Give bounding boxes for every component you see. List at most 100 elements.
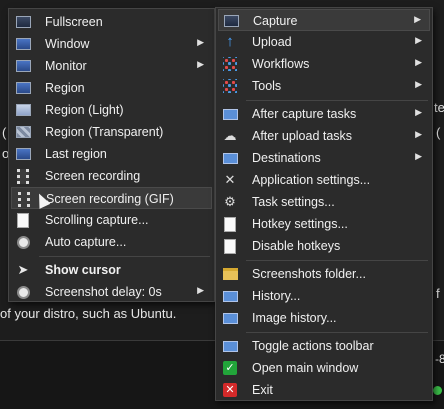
tools-icon — [222, 78, 238, 94]
last-region-icon — [15, 146, 31, 162]
menu-item-after-capture-tasks[interactable]: After capture tasks ▶ — [218, 103, 430, 125]
menu-item-open-main-window[interactable]: ✓ Open main window — [218, 357, 430, 379]
submenu-arrow-icon: ▶ — [197, 59, 204, 69]
menu-item-window[interactable]: Window ▶ — [11, 33, 212, 55]
menu-item-label: Disable hotkeys — [252, 239, 341, 253]
menu-item-hotkey-settings[interactable]: Hotkey settings... — [218, 213, 430, 235]
submenu-arrow-icon: ▶ — [415, 79, 422, 89]
clock-icon — [15, 284, 31, 300]
folder-icon — [222, 266, 238, 282]
image-history-icon — [222, 310, 238, 326]
menu-item-label: Capture — [253, 14, 298, 28]
keyboard-icon — [222, 216, 238, 232]
region-light-icon — [15, 102, 31, 118]
gif-recording-icon — [16, 191, 32, 207]
menu-item-image-history[interactable]: Image history... — [218, 307, 430, 329]
menu-item-label: Region (Light) — [45, 103, 124, 117]
menu-item-label: Screen recording — [45, 169, 141, 183]
scrolling-capture-icon — [15, 212, 31, 228]
menu-item-history[interactable]: History... — [218, 285, 430, 307]
menu-item-label: After capture tasks — [252, 107, 357, 121]
menu-item-toggle-actions-toolbar[interactable]: Toggle actions toolbar — [218, 335, 430, 357]
menu-item-screenshots-folder[interactable]: Screenshots folder... — [218, 263, 430, 285]
window-icon — [15, 36, 31, 52]
menu-item-capture[interactable]: Capture ▶ — [218, 9, 430, 31]
gear-icon: ⚙ — [224, 194, 236, 209]
menu-item-region-light[interactable]: Region (Light) — [11, 99, 212, 121]
menu-item-label: Region (Transparent) — [45, 125, 164, 139]
menu-item-task-settings[interactable]: ⚙ Task settings... — [218, 191, 430, 213]
submenu-arrow-icon: ▶ — [415, 107, 422, 117]
menu-item-label: Destinations — [252, 151, 321, 165]
menu-item-fullscreen[interactable]: Fullscreen — [11, 11, 212, 33]
menu-item-label: Image history... — [252, 311, 337, 325]
background-fragment: -8 — [435, 352, 444, 366]
menu-item-label: Exit — [252, 383, 273, 397]
menu-item-screenshot-delay[interactable]: Screenshot delay: 0s ▶ — [11, 281, 212, 303]
background-fragment: ( — [436, 125, 441, 140]
menu-item-region[interactable]: Region — [11, 77, 212, 99]
capture-submenu: Fullscreen Window ▶ Monitor ▶ Region Reg… — [8, 8, 215, 302]
after-capture-icon — [222, 106, 238, 122]
menu-item-auto-capture[interactable]: Auto capture... — [11, 231, 212, 253]
background-text-line: of your distro, such as Ubuntu. — [0, 306, 177, 321]
monitor-icon — [15, 58, 31, 74]
menu-separator — [39, 256, 210, 257]
menu-item-label: Window — [45, 37, 90, 51]
upload-arrow-icon: ↑ — [226, 33, 234, 50]
exit-icon: ✕ — [222, 382, 238, 398]
menu-item-monitor[interactable]: Monitor ▶ — [11, 55, 212, 77]
menu-separator — [246, 332, 428, 333]
menu-item-exit[interactable]: ✕ Exit — [218, 379, 430, 401]
menu-item-label: Region — [45, 81, 85, 95]
menu-item-region-transparent[interactable]: Region (Transparent) — [11, 121, 212, 143]
screen-recording-icon — [15, 168, 31, 184]
menu-item-show-cursor[interactable]: ➤ Show cursor — [11, 259, 212, 281]
fullscreen-icon — [15, 14, 31, 30]
menu-item-label: Toggle actions toolbar — [252, 339, 374, 353]
capture-icon — [223, 13, 239, 29]
menu-item-label: Fullscreen — [45, 15, 103, 29]
submenu-arrow-icon: ▶ — [415, 151, 422, 161]
menu-item-label: Auto capture... — [45, 235, 127, 249]
menu-item-label: Show cursor — [45, 263, 121, 277]
menu-item-destinations[interactable]: Destinations ▶ — [218, 147, 430, 169]
region-icon — [15, 80, 31, 96]
submenu-arrow-icon: ▶ — [415, 35, 422, 45]
after-upload-icon: ☁ — [223, 128, 237, 143]
submenu-arrow-icon: ▶ — [415, 57, 422, 67]
submenu-arrow-icon: ▶ — [197, 37, 204, 47]
menu-item-label: Upload — [252, 35, 292, 49]
toolbar-icon — [222, 338, 238, 354]
menu-item-disable-hotkeys[interactable]: Disable hotkeys — [218, 235, 430, 257]
submenu-arrow-icon: ▶ — [197, 285, 204, 295]
menu-separator — [246, 100, 428, 101]
menu-item-upload[interactable]: ↑ Upload ▶ — [218, 31, 430, 53]
menu-item-label: Application settings... — [252, 173, 371, 187]
menu-item-application-settings[interactable]: ✕ Application settings... — [218, 169, 430, 191]
menu-item-label: History... — [252, 289, 301, 303]
checkmark-icon: ✓ — [222, 360, 238, 376]
region-transparent-icon — [15, 124, 31, 140]
menu-item-label: Screenshot delay: 0s — [45, 285, 162, 299]
menu-item-last-region[interactable]: Last region — [11, 143, 212, 165]
menu-item-label: Last region — [45, 147, 107, 161]
menu-item-after-upload-tasks[interactable]: ☁ After upload tasks ▶ — [218, 125, 430, 147]
disable-hotkeys-icon — [222, 238, 238, 254]
background-fragment: ( — [2, 125, 7, 140]
menu-item-tools[interactable]: Tools ▶ — [218, 75, 430, 97]
menu-item-label: Monitor — [45, 59, 87, 73]
cursor-icon: ➤ — [17, 262, 29, 277]
menu-item-workflows[interactable]: Workflows ▶ — [218, 53, 430, 75]
menu-item-label: After upload tasks — [252, 129, 353, 143]
submenu-arrow-icon: ▶ — [414, 14, 421, 24]
menu-item-label: Screenshots folder... — [252, 267, 366, 281]
menu-item-label: Screen recording (GIF) — [46, 192, 174, 206]
menu-item-screen-recording[interactable]: Screen recording — [11, 165, 212, 187]
workflows-icon — [222, 56, 238, 72]
destinations-icon — [222, 150, 238, 166]
history-icon — [222, 288, 238, 304]
status-dot — [433, 386, 442, 395]
menu-item-scrolling-capture[interactable]: Scrolling capture... — [11, 209, 212, 231]
menu-item-label: Open main window — [252, 361, 359, 375]
